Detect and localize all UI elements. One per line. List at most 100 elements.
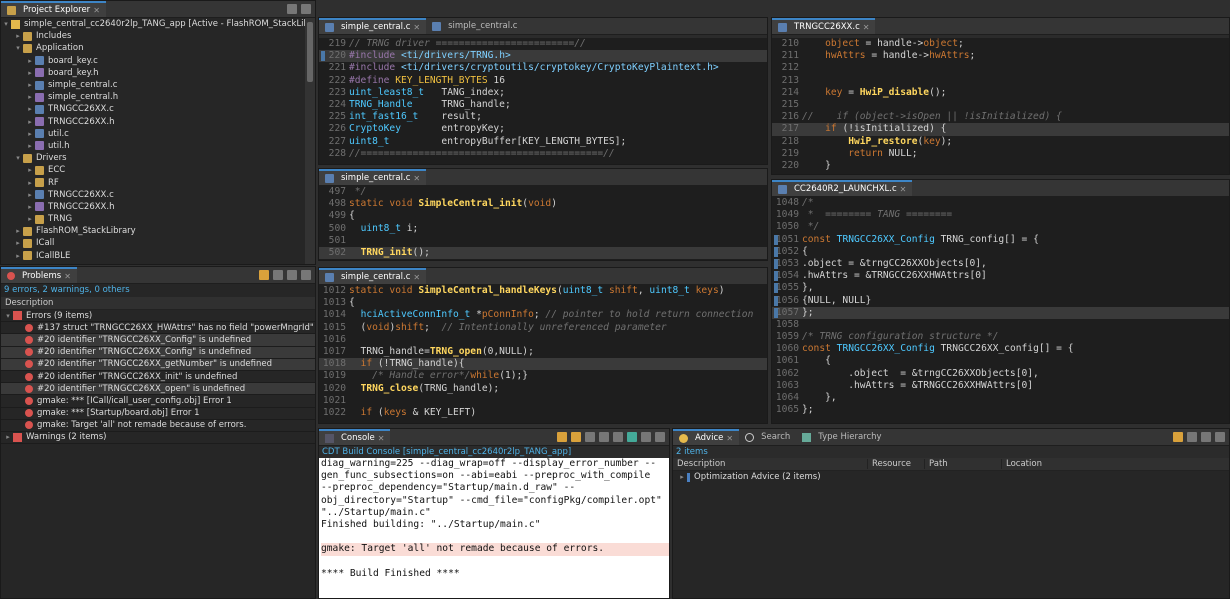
tab-simple-central-c-2[interactable]: simple_central.c — [426, 18, 523, 34]
tree-item[interactable]: ▸ ICall — [1, 237, 305, 249]
problem-row[interactable]: #20 identifier "TRNGCC26XX_open" is unde… — [1, 383, 315, 396]
scroll-lock-icon[interactable] — [557, 432, 567, 442]
maximize-icon[interactable] — [301, 4, 311, 14]
tab-trngcc26xx-c[interactable]: TRNGCC26XX.c ✕ — [772, 18, 876, 34]
problem-row[interactable]: #20 identifier "TRNGCC26XX_Config" is un… — [1, 334, 315, 347]
filter-icon[interactable] — [259, 270, 269, 280]
tree-item[interactable]: ▸ util.c — [1, 128, 305, 140]
chevron-right-icon[interactable]: ▸ — [25, 215, 35, 223]
tree-item[interactable]: ▸ TRNGCC26XX.h — [1, 116, 305, 128]
code-editor[interactable]: 219// TRNG driver ======================… — [319, 38, 767, 164]
problems-column-header[interactable]: Description — [1, 297, 315, 310]
problem-row[interactable]: gmake: *** [ICall/icall_user_config.obj]… — [1, 395, 315, 408]
code-line[interactable]: 224 TRNG_Handle TRNG_handle; — [319, 99, 767, 111]
chevron-right-icon[interactable]: ▸ — [13, 227, 23, 235]
tab-simple-central-c[interactable]: simple_central.c ✕ — [319, 18, 427, 34]
close-icon[interactable]: ✕ — [64, 272, 71, 281]
code-line[interactable]: 1056 {NULL, NULL} — [772, 295, 1229, 307]
tree-item[interactable]: ▸ FlashROM_StackLibrary — [1, 225, 305, 237]
chevron-right-icon[interactable]: ▸ — [3, 433, 13, 441]
close-icon[interactable]: ✕ — [900, 185, 907, 194]
open-console-icon[interactable] — [627, 432, 637, 442]
pin-icon[interactable] — [571, 432, 581, 442]
code-line[interactable]: 210 object = handle->object; — [772, 38, 1229, 50]
chevron-right-icon[interactable]: ▸ — [25, 166, 35, 174]
code-line[interactable]: 214 key = HwiP_disable(); — [772, 87, 1229, 99]
code-line[interactable]: 1021 — [319, 395, 767, 407]
problem-row[interactable]: gmake: Target 'all' not remade because o… — [1, 420, 315, 432]
filter-icon[interactable] — [1173, 432, 1183, 442]
close-icon[interactable]: ✕ — [93, 6, 100, 15]
code-line[interactable]: 227 uint8_t entropyBuffer[KEY_LENGTH_BYTE… — [319, 136, 767, 148]
code-line[interactable]: 212 — [772, 62, 1229, 74]
code-line[interactable]: 1055}, — [772, 282, 1229, 294]
maximize-icon[interactable] — [655, 432, 665, 442]
code-line[interactable]: 502 TRNG_init(); — [319, 246, 767, 260]
code-line[interactable]: 226 CryptoKey entropyKey; — [319, 123, 767, 135]
tab-cc2640r2-launchxl-c[interactable]: CC2640R2_LAUNCHXL.c ✕ — [772, 180, 913, 196]
chevron-right-icon[interactable]: ▸ — [13, 252, 23, 260]
tree-item[interactable]: ▸ board_key.h — [1, 67, 305, 79]
tab-search[interactable]: Search — [739, 429, 796, 445]
chevron-right-icon[interactable]: ▸ — [13, 239, 23, 247]
code-line[interactable]: 1014 hciActiveConnInfo_t *pConnInfo; // … — [319, 309, 767, 321]
code-line[interactable]: 213 — [772, 75, 1229, 87]
tree-item[interactable]: ▸ TRNGCC26XX.c — [1, 103, 305, 115]
code-line[interactable]: 1013{ — [319, 297, 767, 309]
chevron-right-icon[interactable]: ▸ — [25, 57, 35, 65]
chevron-right-icon[interactable]: ▸ — [25, 203, 35, 211]
minimize-icon[interactable] — [287, 4, 297, 14]
chevron-right-icon[interactable]: ▸ — [13, 32, 23, 40]
code-line[interactable]: 215 — [772, 99, 1229, 111]
tree-item[interactable]: ▸ Includes — [1, 30, 305, 42]
code-line[interactable]: 1016 — [319, 334, 767, 346]
minimize-icon[interactable] — [287, 270, 297, 280]
close-icon[interactable]: ✕ — [413, 174, 420, 183]
code-line[interactable]: 1065}; — [772, 404, 1229, 416]
close-icon[interactable]: ✕ — [378, 434, 385, 443]
code-line[interactable]: 1020 TRNG_close(TRNG_handle); — [319, 383, 767, 395]
code-line[interactable]: 1050 */ — [772, 221, 1229, 233]
code-line[interactable]: 225 int_fast16_t result; — [319, 111, 767, 123]
tree-item[interactable]: ▸ TRNG — [1, 213, 305, 225]
chevron-right-icon[interactable]: ▸ — [25, 105, 35, 113]
chevron-right-icon[interactable]: ▸ — [25, 81, 35, 89]
advice-row[interactable]: ▸ Optimization Advice (2 items) — [673, 471, 1229, 483]
code-line[interactable]: 497 */ — [319, 186, 767, 198]
tab-project-explorer[interactable]: Project Explorer ✕ — [1, 1, 106, 17]
problem-row[interactable]: #20 identifier "TRNGCC26XX_init" is unde… — [1, 371, 315, 384]
explorer-scrollbar[interactable] — [305, 18, 315, 264]
code-line[interactable]: 228//===================================… — [319, 148, 767, 160]
chevron-down-icon[interactable]: ▾ — [13, 44, 23, 52]
code-line[interactable]: 220 #include <ti/drivers/TRNG.h> — [319, 50, 767, 63]
chevron-right-icon[interactable]: ▸ — [25, 118, 35, 126]
code-line[interactable]: 500 uint8_t i; — [319, 223, 767, 235]
column-path[interactable]: Path — [925, 459, 1002, 469]
view-menu-icon[interactable] — [273, 270, 283, 280]
chevron-right-icon[interactable]: ▸ — [25, 69, 35, 77]
code-line[interactable]: 216// if (object->isOpen || !isInitializ… — [772, 111, 1229, 123]
project-root[interactable]: ▾ simple_central_cc2640r2lp_TANG_app [Act… — [1, 18, 315, 30]
code-line[interactable]: 221 #include <ti/drivers/cryptoutils/cryp… — [319, 62, 767, 74]
code-line[interactable]: 220 } — [772, 160, 1229, 172]
chevron-down-icon[interactable]: ▾ — [1, 20, 11, 28]
tree-item[interactable]: ▸ simple_central.c — [1, 79, 305, 91]
tab-type-hierarchy[interactable]: Type Hierarchy — [796, 429, 887, 445]
code-line[interactable]: 1062 .object = &trngCC26XXObjects[0], — [772, 368, 1229, 380]
problem-row[interactable]: gmake: *** [Startup/board.obj] Error 1 — [1, 408, 315, 420]
chevron-right-icon[interactable]: ▸ — [25, 93, 35, 101]
view-menu-icon[interactable] — [1187, 432, 1197, 442]
tree-item[interactable]: ▸ TRNGCC26XX.h — [1, 201, 305, 213]
code-line[interactable]: 219 return NULL; — [772, 148, 1229, 160]
code-line[interactable]: 1017 TRNG_handle=TRNG_open(0,NULL); — [319, 346, 767, 358]
code-line[interactable]: 211 hwAttrs = handle->hwAttrs; — [772, 50, 1229, 62]
tree-item[interactable]: ▾ Drivers — [1, 152, 305, 164]
chevron-down-icon[interactable]: ▾ — [13, 154, 23, 162]
code-line[interactable]: 1049 * ======== TANG ======== — [772, 209, 1229, 221]
code-line[interactable]: 1064 }, — [772, 392, 1229, 404]
chevron-right-icon[interactable]: ▸ — [25, 130, 35, 138]
tree-item[interactable]: ▸ RF — [1, 176, 305, 188]
code-editor[interactable]: 1012 static void SimpleCentral_handleKeys… — [319, 285, 767, 423]
close-icon[interactable]: ✕ — [863, 23, 870, 32]
column-location[interactable]: Location — [1002, 459, 1229, 469]
